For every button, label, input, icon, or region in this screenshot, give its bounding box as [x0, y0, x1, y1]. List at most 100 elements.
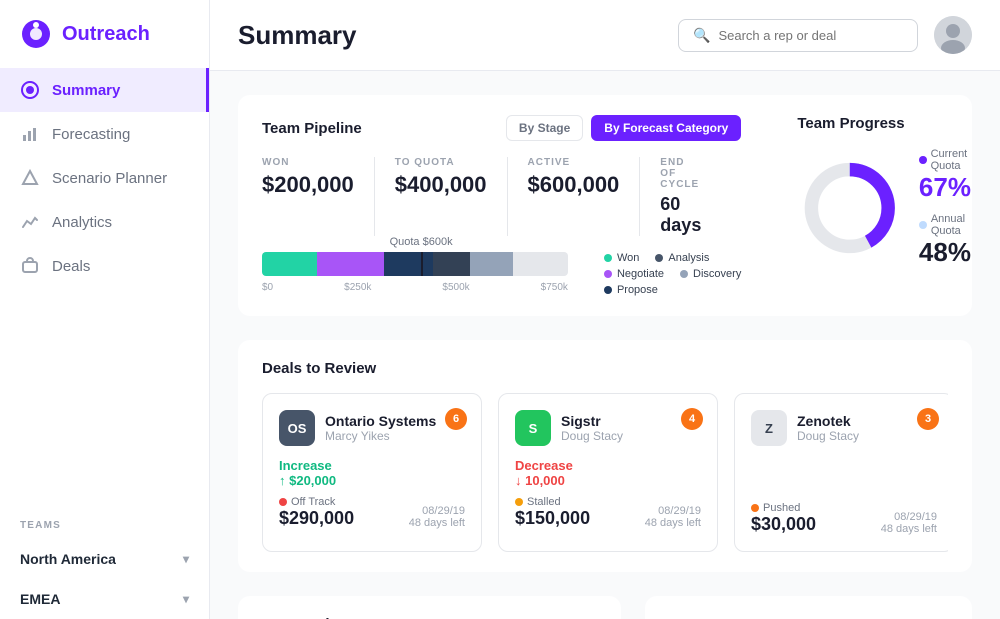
deal-amount-sigstr: $150,000 [515, 508, 590, 529]
bar-won [262, 252, 317, 276]
legend-row-3: Propose [604, 284, 741, 296]
deal-company-ontario: Ontario Systems [325, 413, 436, 429]
deal-date-ontario: 08/29/19 48 days left [409, 505, 465, 529]
teams-label: TEAMS [20, 520, 61, 531]
bar-axis: $0 $250k $500k $750k [262, 282, 568, 293]
sidebar-item-deals-label: Deals [52, 258, 90, 275]
stat-to-quota: TO QUOTA $400,000 [395, 157, 508, 236]
quota-line [421, 252, 423, 276]
deal-status-sigstr: Stalled [515, 496, 590, 508]
sidebar-item-summary-label: Summary [52, 82, 120, 99]
deal-footer-sigstr: Stalled $150,000 08/29/19 48 days left [515, 496, 701, 529]
deal-info-ontario: Ontario Systems Marcy Yikes [325, 413, 436, 443]
deal-change-sigstr: Decrease ↓ 10,000 [515, 458, 701, 488]
bar-analysis [433, 252, 470, 276]
search-icon: 🔍 [693, 27, 710, 44]
legend-row-1: Won Analysis [604, 252, 741, 264]
stat-to-quota-label: TO QUOTA [395, 157, 487, 168]
bar-negotiate [317, 252, 384, 276]
bar-discovery [470, 252, 513, 276]
legend-row-2: Negotiate Discovery [604, 268, 741, 280]
legend-propose: Propose [604, 284, 658, 296]
deal-rep-ontario: Marcy Yikes [325, 429, 436, 443]
legend-won: Won [604, 252, 639, 264]
legend-analysis-dot [655, 254, 663, 262]
deal-card-sigstr[interactable]: 4 S Sigstr Doug Stacy Decrease ↓ 10,000 [498, 393, 718, 552]
deal-change-ontario: Increase ↑ $20,000 [279, 458, 465, 488]
outreach-logo-icon [20, 18, 52, 50]
search-input[interactable] [718, 28, 903, 43]
deal-status-dot-ontario [279, 498, 287, 506]
legend-propose-label: Propose [617, 284, 658, 296]
stat-won-label: WON [262, 157, 354, 168]
main-content: Summary 🔍 Team Pipeline By Stage By Fore… [210, 0, 1000, 619]
annual-quota-label: Annual Quota [931, 213, 998, 237]
deal-status-label-sigstr: Stalled [527, 496, 561, 508]
deal-card-header-ontario: OS Ontario Systems Marcy Yikes [279, 410, 465, 446]
sidebar-item-analytics[interactable]: Analytics [0, 200, 209, 244]
deals-cards: 6 OS Ontario Systems Marcy Yikes Increas… [262, 393, 948, 552]
deal-change-value-sigstr: ↓ 10,000 [515, 473, 565, 488]
axis-3: $750k [541, 282, 568, 293]
stat-won: WON $200,000 [262, 157, 375, 236]
legend-analysis: Analysis [655, 252, 709, 264]
deal-left-ontario: Off Track $290,000 [279, 496, 354, 529]
pipeline-left: Team Pipeline By Stage By Forecast Categ… [262, 115, 741, 296]
logo-text: Outreach [62, 23, 150, 46]
deal-change-label-sigstr: Decrease [515, 458, 573, 473]
deal-badge-ontario: 6 [445, 408, 467, 430]
deal-footer-ontario: Off Track $290,000 08/29/19 48 days left [279, 496, 465, 529]
stat-active-value: $600,000 [528, 172, 620, 198]
sidebar-item-scenario-planner[interactable]: Scenario Planner [0, 156, 209, 200]
search-box[interactable]: 🔍 [678, 19, 918, 52]
deal-rep-zenotek: Doug Stacy [797, 429, 859, 443]
pipeline-bar-section: Quota $600k [262, 252, 568, 293]
legend-discovery-label: Discovery [693, 268, 741, 280]
deal-days-left-sigstr: 48 days left [645, 517, 701, 529]
sidebar-nav: Summary Forecasting Scenario Planner Ana… [0, 68, 209, 503]
tab-by-forecast-category[interactable]: By Forecast Category [591, 115, 741, 141]
header-right: 🔍 [678, 16, 972, 54]
deal-status-dot-sigstr [515, 498, 523, 506]
deal-date-val-ontario: 08/29/19 [422, 505, 465, 517]
team-progress-title: Team Progress [797, 115, 997, 132]
deals-section: Deals to Review 6 OS Ontario Systems Mar… [238, 340, 972, 572]
axis-0: $0 [262, 282, 273, 293]
deal-date-zenotek: 08/29/19 48 days left [881, 511, 937, 535]
bottom-section: Key Metrics Revenue to Date ℹ ··· My Tea… [238, 596, 972, 619]
current-quota-dot [919, 156, 927, 164]
key-metrics: Key Metrics Revenue to Date ℹ ··· [238, 596, 621, 619]
annual-quota-dot [919, 221, 927, 229]
current-quota-item: Current Quota 67% [919, 148, 997, 203]
deal-status-label-zenotek: Pushed [763, 502, 800, 514]
annual-quota-item: Annual Quota 48% [919, 213, 997, 268]
deal-card-ontario[interactable]: 6 OS Ontario Systems Marcy Yikes Increas… [262, 393, 482, 552]
team-emea-label: EMEA [20, 591, 60, 607]
tab-by-stage[interactable]: By Stage [506, 115, 583, 141]
donut-area: Current Quota 67% Annual Quota 48% [797, 148, 997, 268]
deals-title: Deals to Review [262, 360, 948, 377]
team-north-america[interactable]: North America ▾ [0, 539, 209, 579]
sidebar-item-deals[interactable]: Deals [0, 244, 209, 288]
axis-2: $500k [442, 282, 469, 293]
team-emea[interactable]: EMEA ▾ [0, 579, 209, 619]
forecasting-icon [20, 124, 40, 144]
pipeline-bar [262, 252, 568, 276]
header: Summary 🔍 [210, 0, 1000, 71]
sidebar-item-analytics-label: Analytics [52, 214, 112, 231]
stat-active-label: ACTIVE [528, 157, 620, 168]
sidebar-item-forecasting-label: Forecasting [52, 126, 130, 143]
legend-won-label: Won [617, 252, 639, 264]
deal-card-zenotek[interactable]: 3 Z Zenotek Doug Stacy Pushed [734, 393, 948, 552]
deal-card-header-sigstr: S Sigstr Doug Stacy [515, 410, 701, 446]
deal-company-zenotek: Zenotek [797, 413, 859, 429]
my-team: My Team Your team at a glance. Brad Cunn… [645, 596, 972, 619]
stat-won-value: $200,000 [262, 172, 354, 198]
analytics-icon [20, 212, 40, 232]
donut-chart [797, 153, 903, 263]
sidebar-item-summary[interactable]: Summary [0, 68, 209, 112]
scenario-planner-icon [20, 168, 40, 188]
deal-badge-sigstr: 4 [681, 408, 703, 430]
deal-logo-ontario: OS [279, 410, 315, 446]
sidebar-item-forecasting[interactable]: Forecasting [0, 112, 209, 156]
